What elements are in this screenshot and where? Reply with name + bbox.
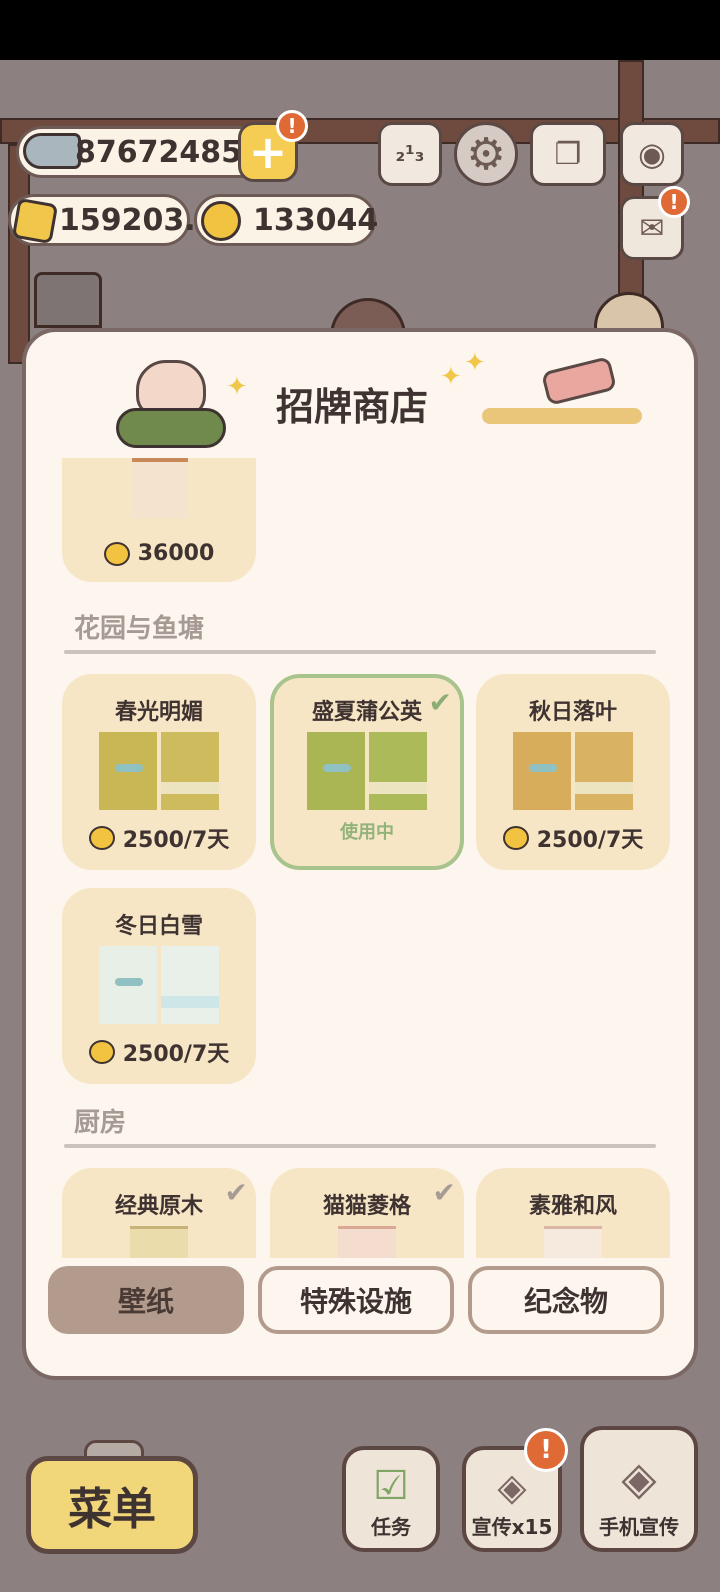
shop-card-elegant-japanese[interactable]: 素雅和风 <box>476 1168 670 1258</box>
card-name: 盛夏蒲公英 <box>311 700 422 725</box>
bell-currency: 133044 <box>194 194 379 246</box>
tab-souvenirs[interactable]: 纪念物 <box>468 1266 664 1334</box>
price-text: 2500/7天 <box>122 1042 230 1067</box>
card-price: 2500/7天 <box>62 822 256 854</box>
task-checklist-icon: ☑ <box>373 1463 409 1509</box>
plus-badge: ! <box>276 110 308 142</box>
card-name: 经典原木 <box>114 1194 203 1219</box>
price-text: 2500/7天 <box>122 828 230 853</box>
phone-promote-button[interactable]: ◈ 手机宣传 <box>580 1426 698 1552</box>
shop-card-autumn[interactable]: 秋日落叶 2500/7天 <box>476 674 670 870</box>
star-currency: 159203.8 <box>8 194 217 246</box>
paint-roller-icon <box>482 356 642 430</box>
menu-button[interactable]: 菜单 <box>26 1456 198 1554</box>
shop-card-cat-diamond[interactable]: ✔ 猫猫菱格 <box>270 1168 464 1258</box>
shop-card-spring[interactable]: 春光明媚 2500/7天 <box>62 674 256 870</box>
tab-special-facilities[interactable]: 特殊设施 <box>258 1266 454 1334</box>
camera-icon: ◉ <box>638 135 666 173</box>
card-preview <box>99 946 219 1024</box>
cat-peek-icon <box>594 292 664 332</box>
bell-amount: 133044 <box>253 202 379 238</box>
tab-wallpaper[interactable]: 壁纸 <box>48 1266 244 1334</box>
section-title-garden: 花园与鱼塘 <box>74 614 205 644</box>
sparkle-icon: ✦ <box>440 362 462 392</box>
price-text: 2500/7天 <box>536 828 644 853</box>
section-divider <box>64 650 656 654</box>
bell-icon <box>502 826 529 850</box>
sparkle-icon: ✦ <box>226 372 248 402</box>
shop-items-scroll[interactable]: 36000 花园与鱼塘 春光明媚 2500/7天 ✔ 盛夏蒲公英 使用中 秋日落… <box>26 458 694 1258</box>
shop-card-partial[interactable]: 36000 <box>62 458 256 582</box>
star-amount: 159203.8 <box>59 202 217 238</box>
house-icon <box>34 272 102 328</box>
card-preview <box>513 732 633 810</box>
card-preview <box>544 1226 602 1258</box>
section-title-kitchen: 厨房 <box>74 1108 127 1138</box>
bell-icon <box>88 826 115 850</box>
cat-book-button[interactable]: ❐ <box>530 122 606 186</box>
ranking-icon: ₂¹₃ <box>395 141 425 167</box>
shop-card-classic-wood[interactable]: ✔ 经典原木 <box>62 1168 256 1258</box>
status-bar <box>0 0 720 60</box>
shop-card-summer[interactable]: ✔ 盛夏蒲公英 使用中 <box>270 674 464 870</box>
phone-promote-label: 手机宣传 <box>599 1515 679 1539</box>
star-icon <box>11 197 59 245</box>
settings-gear-icon: ⚙ <box>466 128 506 180</box>
card-name: 冬日白雪 <box>114 914 203 939</box>
card-name: 素雅和风 <box>528 1194 617 1219</box>
sign-shop-modal: ✦ 招牌商店 ✦ ✦ 36000 花园与鱼塘 春光明媚 2500/7天 ✔ 盛夏… <box>22 328 698 1380</box>
cat-book-icon: ❐ <box>554 136 582 172</box>
bell-icon <box>88 1040 115 1064</box>
bell-icon <box>201 201 241 241</box>
card-price: 36000 <box>62 541 256 566</box>
card-preview <box>130 1226 188 1258</box>
modal-title: 招牌商店 <box>276 385 429 429</box>
card-preview <box>132 458 188 518</box>
promote-badge: ! <box>524 1428 568 1472</box>
card-preview <box>307 732 427 810</box>
fish-icon <box>23 133 81 169</box>
in-use-label: 使用中 <box>340 822 394 843</box>
camera-button[interactable]: ◉ <box>620 122 684 186</box>
promo-card-icon: ◈ <box>497 1465 527 1509</box>
card-name: 猫猫菱格 <box>322 1194 411 1219</box>
section-divider <box>64 1144 656 1148</box>
fish-amount: 876724855 <box>75 134 263 170</box>
card-preview <box>338 1226 396 1258</box>
card-price: 2500/7天 <box>62 1036 256 1068</box>
phone-promo-icon: ◈ <box>621 1451 657 1505</box>
shop-card-winter[interactable]: 冬日白雪 2500/7天 <box>62 888 256 1084</box>
mail-badge: ! <box>658 186 690 218</box>
card-name: 秋日落叶 <box>528 700 617 725</box>
price-text: 36000 <box>137 541 215 566</box>
promote-label: 宣传x15 <box>471 1515 553 1539</box>
bell-icon <box>103 541 130 566</box>
cat-mascot-icon <box>106 350 236 448</box>
settings-button[interactable]: ⚙ <box>454 122 518 186</box>
card-preview <box>99 732 219 810</box>
mail-icon: ✉ <box>639 210 665 246</box>
card-price: 2500/7天 <box>476 822 670 854</box>
tasks-button[interactable]: ☑ 任务 <box>342 1446 440 1552</box>
tasks-label: 任务 <box>371 1515 411 1539</box>
ranking-button[interactable]: ₂¹₃ <box>378 122 442 186</box>
card-name: 春光明媚 <box>114 700 203 725</box>
